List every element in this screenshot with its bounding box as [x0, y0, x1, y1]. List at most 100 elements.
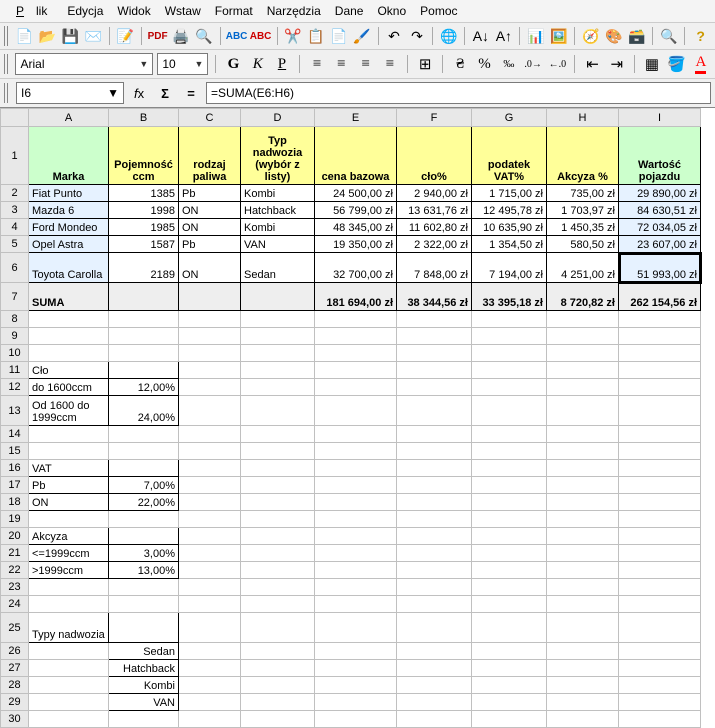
cell[interactable]	[547, 711, 619, 728]
cell[interactable]: cło%	[397, 127, 472, 185]
cell[interactable]	[241, 345, 315, 362]
cell[interactable]: Mazda 6	[29, 202, 109, 219]
cell[interactable]	[179, 396, 241, 426]
cell[interactable]: 8 720,82 zł	[547, 283, 619, 311]
cell[interactable]	[29, 643, 109, 660]
cell[interactable]	[619, 545, 701, 562]
autospell-icon[interactable]: ABC	[250, 25, 272, 47]
new-doc-icon[interactable]: 📄	[14, 25, 35, 47]
cell[interactable]	[397, 643, 472, 660]
cell[interactable]	[619, 596, 701, 613]
cell[interactable]	[397, 660, 472, 677]
row-header[interactable]: 16	[1, 460, 29, 477]
borders-icon[interactable]: ▦	[642, 53, 662, 75]
cell[interactable]	[241, 613, 315, 643]
menu-edit[interactable]: Edycja	[61, 2, 109, 20]
cell[interactable]	[472, 596, 547, 613]
cell[interactable]	[619, 396, 701, 426]
cell[interactable]: 1 450,35 zł	[547, 219, 619, 236]
cell[interactable]: rodzaj paliwa	[179, 127, 241, 185]
redo-icon[interactable]: ↷	[406, 25, 427, 47]
cell[interactable]	[315, 460, 397, 477]
cell[interactable]	[179, 643, 241, 660]
cell[interactable]: 1 715,00 zł	[472, 185, 547, 202]
cell[interactable]: 3,00%	[109, 545, 179, 562]
gallery-icon[interactable]: 🎨	[603, 25, 624, 47]
cell[interactable]: Opel Astra	[29, 236, 109, 253]
cell[interactable]	[315, 711, 397, 728]
cell[interactable]	[241, 477, 315, 494]
undo-icon[interactable]: ↶	[383, 25, 404, 47]
cell[interactable]: podatek VAT%	[472, 127, 547, 185]
cell[interactable]: Pb	[179, 185, 241, 202]
col-header-A[interactable]: A	[29, 109, 109, 127]
cell[interactable]: Fiat Punto	[29, 185, 109, 202]
email-icon[interactable]: ✉️	[83, 25, 104, 47]
cell[interactable]: Hatchback	[109, 660, 179, 677]
cell[interactable]	[179, 528, 241, 545]
cell[interactable]	[472, 443, 547, 460]
cell[interactable]	[315, 511, 397, 528]
cell[interactable]	[179, 460, 241, 477]
cell[interactable]	[397, 477, 472, 494]
cell[interactable]	[315, 426, 397, 443]
cell[interactable]: 13 631,76 zł	[397, 202, 472, 219]
col-header-B[interactable]: B	[109, 109, 179, 127]
cell[interactable]	[179, 694, 241, 711]
select-all-corner[interactable]	[1, 109, 29, 127]
cell[interactable]	[397, 362, 472, 379]
cell[interactable]	[241, 643, 315, 660]
cell[interactable]	[29, 579, 109, 596]
cell[interactable]	[619, 660, 701, 677]
cell[interactable]	[472, 545, 547, 562]
cell[interactable]	[547, 494, 619, 511]
cell[interactable]	[241, 443, 315, 460]
cut-icon[interactable]: ✂️	[283, 25, 304, 47]
cell[interactable]	[29, 311, 109, 328]
cell[interactable]	[29, 660, 109, 677]
cell[interactable]: 580,50 zł	[547, 236, 619, 253]
cell[interactable]	[109, 345, 179, 362]
row-header[interactable]: 10	[1, 345, 29, 362]
cell[interactable]	[547, 477, 619, 494]
cell[interactable]	[179, 613, 241, 643]
cell[interactable]	[179, 596, 241, 613]
toolbar-grip[interactable]	[4, 54, 9, 74]
cell[interactable]	[472, 579, 547, 596]
cell[interactable]	[547, 677, 619, 694]
row-header[interactable]: 9	[1, 328, 29, 345]
chart-icon[interactable]: 📊	[525, 25, 546, 47]
menu-window[interactable]: Okno	[371, 2, 412, 20]
cell[interactable]: Od 1600 do 1999ccm	[29, 396, 109, 426]
menu-insert[interactable]: Wstaw	[159, 2, 207, 20]
cell[interactable]	[315, 345, 397, 362]
name-box[interactable]: I6▼	[16, 82, 124, 104]
merge-cells-icon[interactable]: ⊞	[415, 53, 435, 75]
cell[interactable]: ON	[29, 494, 109, 511]
align-justify-icon[interactable]: ≡	[380, 53, 400, 75]
font-color-icon[interactable]: A	[691, 53, 711, 75]
cell[interactable]: 2 940,00 zł	[397, 185, 472, 202]
cell[interactable]: 1 354,50 zł	[472, 236, 547, 253]
cell[interactable]	[472, 562, 547, 579]
cell[interactable]	[547, 511, 619, 528]
cell[interactable]	[397, 426, 472, 443]
menu-tools[interactable]: Narzędzia	[261, 2, 327, 20]
save-icon[interactable]: 💾	[60, 25, 81, 47]
formula-input[interactable]	[206, 82, 711, 104]
row-header[interactable]: 26	[1, 643, 29, 660]
currency-icon[interactable]: ₴	[450, 53, 470, 75]
cell[interactable]	[472, 396, 547, 426]
cell[interactable]: 19 350,00 zł	[315, 236, 397, 253]
row-header[interactable]: 24	[1, 596, 29, 613]
navigator-icon[interactable]: 🧭	[580, 25, 601, 47]
font-name-select[interactable]: Arial▼	[15, 53, 153, 75]
bg-color-icon[interactable]: 🪣	[666, 53, 687, 75]
sort-asc-icon[interactable]: A↓	[470, 25, 491, 47]
cell[interactable]	[619, 711, 701, 728]
cell[interactable]	[315, 562, 397, 579]
zoom-icon[interactable]: 🔍	[658, 25, 679, 47]
cell[interactable]	[397, 711, 472, 728]
cell[interactable]: 11 602,80 zł	[397, 219, 472, 236]
col-header-C[interactable]: C	[179, 109, 241, 127]
